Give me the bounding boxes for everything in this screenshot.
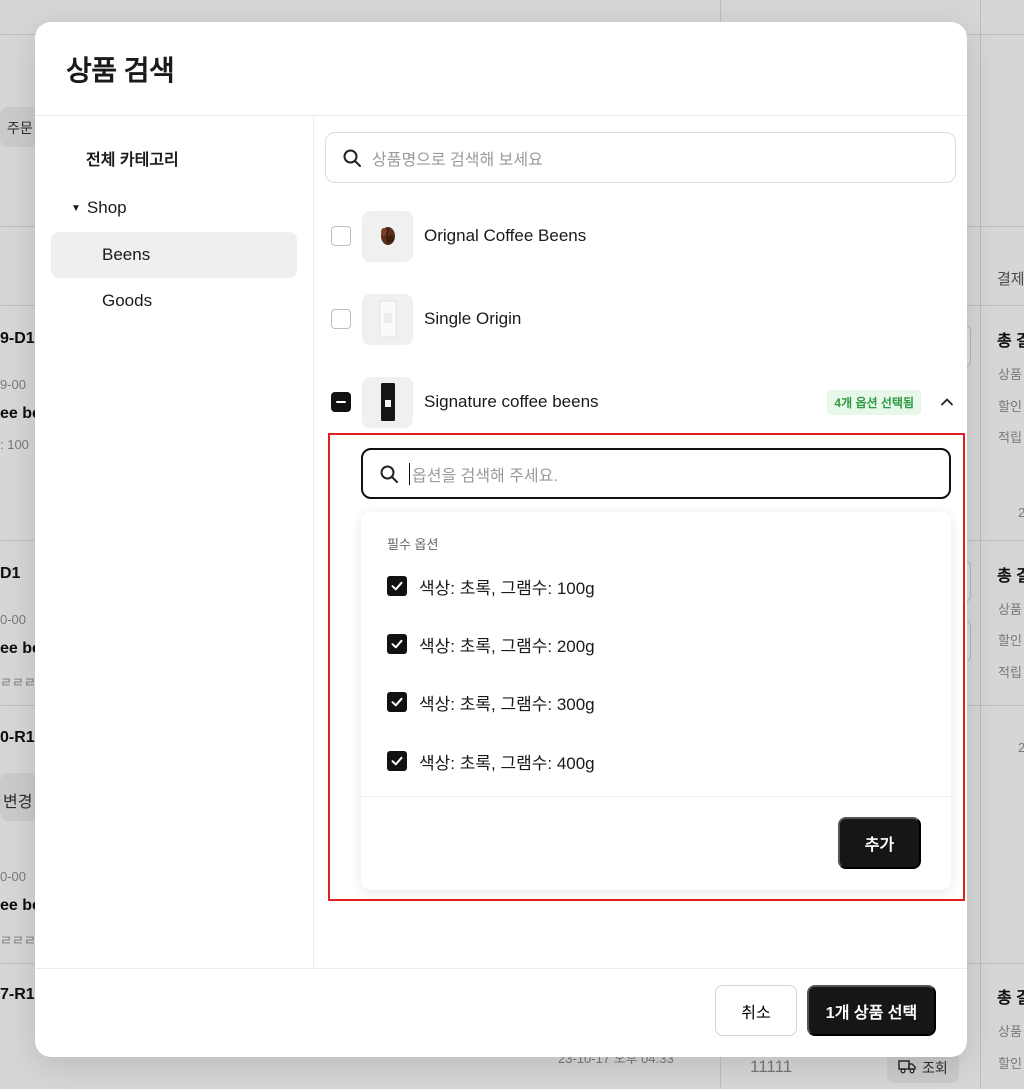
product-thumbnail: [362, 376, 413, 428]
product-name: Orignal Coffee Beens: [424, 226, 587, 245]
checkbox-checked[interactable]: [387, 634, 407, 654]
caret-down-icon: ▼: [71, 203, 81, 214]
selected-options-badge: 4개 옵션 선택됨: [827, 389, 921, 415]
option-item[interactable]: 색상: 초록, 그램수: 200g: [387, 632, 595, 656]
product-search-input[interactable]: 상품명으로 검색해 보세요: [325, 132, 956, 183]
option-label: 색상: 초록, 그램수: 200g: [419, 636, 595, 656]
checkbox-checked[interactable]: [387, 751, 407, 771]
category-group-label: Shop: [86, 198, 127, 217]
product-checkbox-indeterminate[interactable]: [331, 392, 351, 412]
add-button[interactable]: 추가: [838, 817, 921, 869]
product-search-modal: 상품 검색 전체 카테고리 ▼ Shop Beens Goods 상품명으로 검…: [35, 22, 967, 1057]
category-group-shop[interactable]: ▼ Shop: [51, 184, 297, 232]
chevron-up-icon[interactable]: [939, 394, 955, 410]
category-item-beens[interactable]: Beens: [51, 232, 297, 278]
product-name: Single Origin: [424, 309, 522, 328]
coffee-beans-icon: [380, 227, 395, 245]
product-checkbox[interactable]: [331, 226, 351, 246]
check-icon: [391, 581, 403, 591]
option-item[interactable]: 색상: 초록, 그램수: 400g: [387, 749, 595, 773]
option-group-label: 필수 옵션: [387, 537, 439, 552]
check-icon: [391, 756, 403, 766]
modal-footer: 취소 1개 상품 선택: [35, 968, 967, 1057]
product-row[interactable]: Orignal Coffee Beens: [331, 210, 955, 262]
product-thumbnail: [362, 210, 413, 262]
option-search-placeholder: 옵션을 검색해 주세요.: [412, 467, 558, 485]
option-item[interactable]: 색상: 초록, 그램수: 100g: [387, 574, 595, 598]
option-label: 색상: 초록, 그램수: 400g: [419, 753, 595, 773]
option-label: 색상: 초록, 그램수: 300g: [419, 694, 595, 714]
search-placeholder: 상품명으로 검색해 보세요: [372, 151, 543, 169]
checkbox-checked[interactable]: [387, 692, 407, 712]
cancel-button[interactable]: 취소: [715, 985, 797, 1036]
option-label: 색상: 초록, 그램수: 100g: [419, 578, 595, 598]
confirm-select-button[interactable]: 1개 상품 선택: [807, 985, 936, 1036]
category-sidebar: 전체 카테고리 ▼ Shop Beens Goods: [35, 116, 314, 969]
product-checkbox[interactable]: [331, 309, 351, 329]
check-icon: [391, 697, 403, 707]
product-thumbnail: [362, 293, 413, 345]
divider: [361, 796, 951, 797]
category-all[interactable]: 전체 카테고리: [51, 132, 297, 184]
search-icon: [380, 465, 398, 483]
product-list-panel: 상품명으로 검색해 보세요 Orignal Coffee Beens Singl…: [315, 116, 967, 969]
option-search-input[interactable]: 옵션을 검색해 주세요.: [361, 448, 951, 499]
product-row[interactable]: Single Origin: [331, 293, 955, 345]
modal-header: 상품 검색: [35, 22, 967, 116]
bag-icon: [379, 300, 396, 338]
check-icon: [391, 639, 403, 649]
product-row-expanded[interactable]: Signature coffee beens 4개 옵션 선택됨: [331, 376, 955, 428]
option-dropdown: 필수 옵션 색상: 초록, 그램수: 100g 색상: 초록, 그램수: 200…: [361, 512, 951, 890]
checkbox-checked[interactable]: [387, 576, 407, 596]
text-cursor: [409, 462, 410, 485]
modal-body: 전체 카테고리 ▼ Shop Beens Goods 상품명으로 검색해 보세요: [35, 116, 967, 969]
search-icon: [343, 149, 361, 167]
option-item[interactable]: 색상: 초록, 그램수: 300g: [387, 690, 595, 714]
modal-title: 상품 검색: [66, 54, 175, 86]
black-bag-icon: [380, 383, 395, 421]
category-item-goods[interactable]: Goods: [51, 278, 297, 324]
product-name: Signature coffee beens: [424, 392, 599, 411]
